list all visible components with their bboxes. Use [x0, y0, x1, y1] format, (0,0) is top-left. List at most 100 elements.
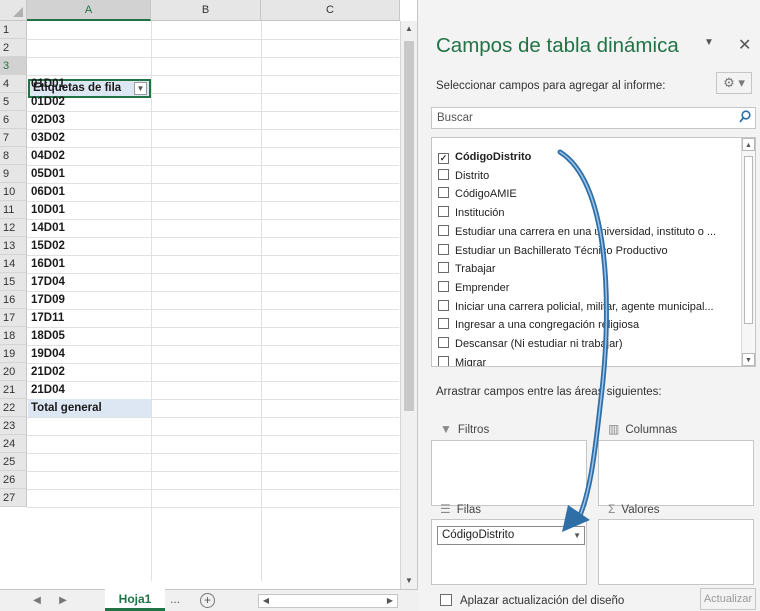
row-header[interactable]: 5 [0, 93, 27, 111]
pivot-row-cell[interactable]: 10D01 [28, 201, 151, 219]
pivot-row-cell[interactable]: 19D04 [28, 345, 151, 363]
list-scroll-up-icon[interactable]: ▲ [742, 138, 755, 151]
row-header[interactable]: 26 [0, 471, 27, 489]
field-item[interactable]: Ingresar a una congregación religiosa [438, 316, 639, 334]
row-header[interactable]: 11 [0, 201, 27, 219]
field-item[interactable]: Migrar [438, 354, 486, 366]
row-header[interactable]: 9 [0, 165, 27, 183]
checkbox-icon[interactable] [438, 224, 449, 236]
pivot-row-cell[interactable]: 21D04 [28, 381, 151, 399]
row-header[interactable]: 14 [0, 255, 27, 273]
field-list[interactable]: ✓ CódigoDistrito Distrito CódigoAMIE Institu… [431, 137, 756, 367]
pivot-row-cell[interactable]: 01D02 [28, 93, 151, 111]
checkbox-icon[interactable] [438, 168, 449, 180]
checkbox-icon[interactable] [438, 318, 449, 330]
defer-update-checkbox[interactable]: Aplazar actualización del diseño [440, 594, 624, 607]
add-sheet-icon[interactable]: + [200, 593, 215, 608]
scroll-down-icon[interactable]: ▼ [401, 573, 417, 589]
checkbox-icon[interactable] [438, 337, 449, 348]
search-icon[interactable] [739, 109, 751, 125]
pivot-row-cell[interactable]: 04D02 [28, 147, 151, 165]
checkbox-icon[interactable] [438, 206, 449, 218]
field-item[interactable]: CódigoAMIE [438, 185, 517, 203]
list-scroll-down-icon[interactable]: ▼ [742, 353, 755, 366]
field-list-scrollbar[interactable]: ▲ ▼ [741, 138, 755, 366]
checkbox-icon[interactable] [438, 262, 449, 274]
column-header-a[interactable]: A [27, 0, 151, 21]
pivot-row-cell[interactable]: 21D02 [28, 363, 151, 381]
field-item[interactable]: ✓ CódigoDistrito [438, 148, 531, 166]
row-header[interactable]: 23 [0, 417, 27, 435]
column-header-c[interactable]: C [261, 0, 400, 21]
horizontal-scrollbar[interactable]: ◀ ▶ [258, 594, 398, 608]
pivot-row-cell[interactable]: 06D01 [28, 183, 151, 201]
pivot-row-cell[interactable]: 18D05 [28, 327, 151, 345]
rows-drop-area[interactable]: CódigoDistrito ▼ [431, 519, 587, 585]
row-header[interactable]: 15 [0, 273, 27, 291]
row-header[interactable]: 17 [0, 309, 27, 327]
pivot-row-cell[interactable]: 02D03 [28, 111, 151, 129]
row-header[interactable]: 1 [0, 21, 27, 39]
row-header[interactable]: 24 [0, 435, 27, 453]
row-header[interactable]: 18 [0, 327, 27, 345]
spreadsheet-grid[interactable]: A B C 1 2 3 4 5 6 7 8 9 10 11 12 13 14 15 16 17 18 19 20 21 2… [0, 0, 418, 611]
search-input[interactable]: Buscar [431, 107, 756, 129]
field-item[interactable]: Estudiar una carrera en una universidad,… [438, 223, 716, 241]
chip-dropdown-icon[interactable]: ▼ [573, 527, 581, 544]
tab-more-button[interactable]: ... [170, 592, 180, 606]
row-header[interactable]: 4 [0, 75, 27, 93]
field-item[interactable]: Institución [438, 204, 505, 222]
row-header[interactable]: 27 [0, 489, 27, 507]
gear-icon[interactable]: ⚙ ▾ [716, 72, 752, 94]
rows-field-chip[interactable]: CódigoDistrito ▼ [437, 526, 585, 545]
row-header[interactable]: 21 [0, 381, 27, 399]
field-item[interactable]: Distrito [438, 167, 489, 185]
row-header[interactable]: 25 [0, 453, 27, 471]
tab-prev-icon[interactable]: ◀ [30, 593, 44, 609]
row-header[interactable]: 10 [0, 183, 27, 201]
checkbox-icon[interactable] [438, 299, 449, 311]
update-button[interactable]: Actualizar [700, 588, 756, 610]
column-header-b[interactable]: B [151, 0, 261, 21]
values-drop-area[interactable] [598, 519, 754, 585]
checkbox-checked-icon[interactable]: ✓ [438, 153, 449, 164]
vertical-scrollbar[interactable]: ▲ ▼ [400, 21, 417, 589]
scroll-up-icon[interactable]: ▲ [401, 21, 417, 37]
row-header[interactable]: 20 [0, 363, 27, 381]
select-all-corner[interactable] [0, 0, 27, 21]
checkbox-icon[interactable] [440, 594, 452, 606]
sheet-tab-hoja1[interactable]: Hoja1 [105, 589, 165, 611]
row-header[interactable]: 3 [0, 57, 27, 75]
row-header[interactable]: 2 [0, 39, 27, 57]
pivot-row-cell[interactable]: 14D01 [28, 219, 151, 237]
row-header[interactable]: 22 [0, 399, 27, 417]
tab-next-icon[interactable]: ▶ [56, 593, 70, 609]
checkbox-icon[interactable] [438, 355, 449, 366]
pivot-row-cell[interactable]: 17D04 [28, 273, 151, 291]
list-scroll-thumb[interactable] [744, 156, 753, 324]
grand-total-cell[interactable]: Total general [28, 399, 151, 417]
row-header[interactable]: 13 [0, 237, 27, 255]
scroll-thumb[interactable] [404, 41, 414, 411]
pivot-row-cell[interactable]: 01D01 [28, 75, 151, 93]
pivot-row-cell[interactable]: 03D02 [28, 129, 151, 147]
pivot-row-cell[interactable]: 05D01 [28, 165, 151, 183]
scroll-right-icon[interactable]: ▶ [383, 595, 397, 607]
field-item[interactable]: Descansar (Ni estudiar ni trabajar) [438, 335, 623, 353]
pivot-row-cell[interactable]: 17D11 [28, 309, 151, 327]
columns-drop-area[interactable] [598, 440, 754, 506]
row-header[interactable]: 8 [0, 147, 27, 165]
row-header[interactable]: 6 [0, 111, 27, 129]
close-icon[interactable]: ✕ [738, 35, 751, 55]
pivot-row-cell[interactable]: 17D09 [28, 291, 151, 309]
checkbox-icon[interactable] [438, 280, 449, 292]
field-item[interactable]: Emprender [438, 279, 509, 297]
field-item[interactable]: Estudiar un Bachillerato Técnico Product… [438, 242, 668, 260]
scroll-left-icon[interactable]: ◀ [259, 595, 273, 607]
row-header[interactable]: 19 [0, 345, 27, 363]
field-item[interactable]: Iniciar una carrera policial, militar, a… [438, 298, 714, 316]
row-header[interactable]: 16 [0, 291, 27, 309]
checkbox-icon[interactable] [438, 243, 449, 255]
pivot-row-cell[interactable]: 16D01 [28, 255, 151, 273]
pivot-row-cell[interactable]: 15D02 [28, 237, 151, 255]
